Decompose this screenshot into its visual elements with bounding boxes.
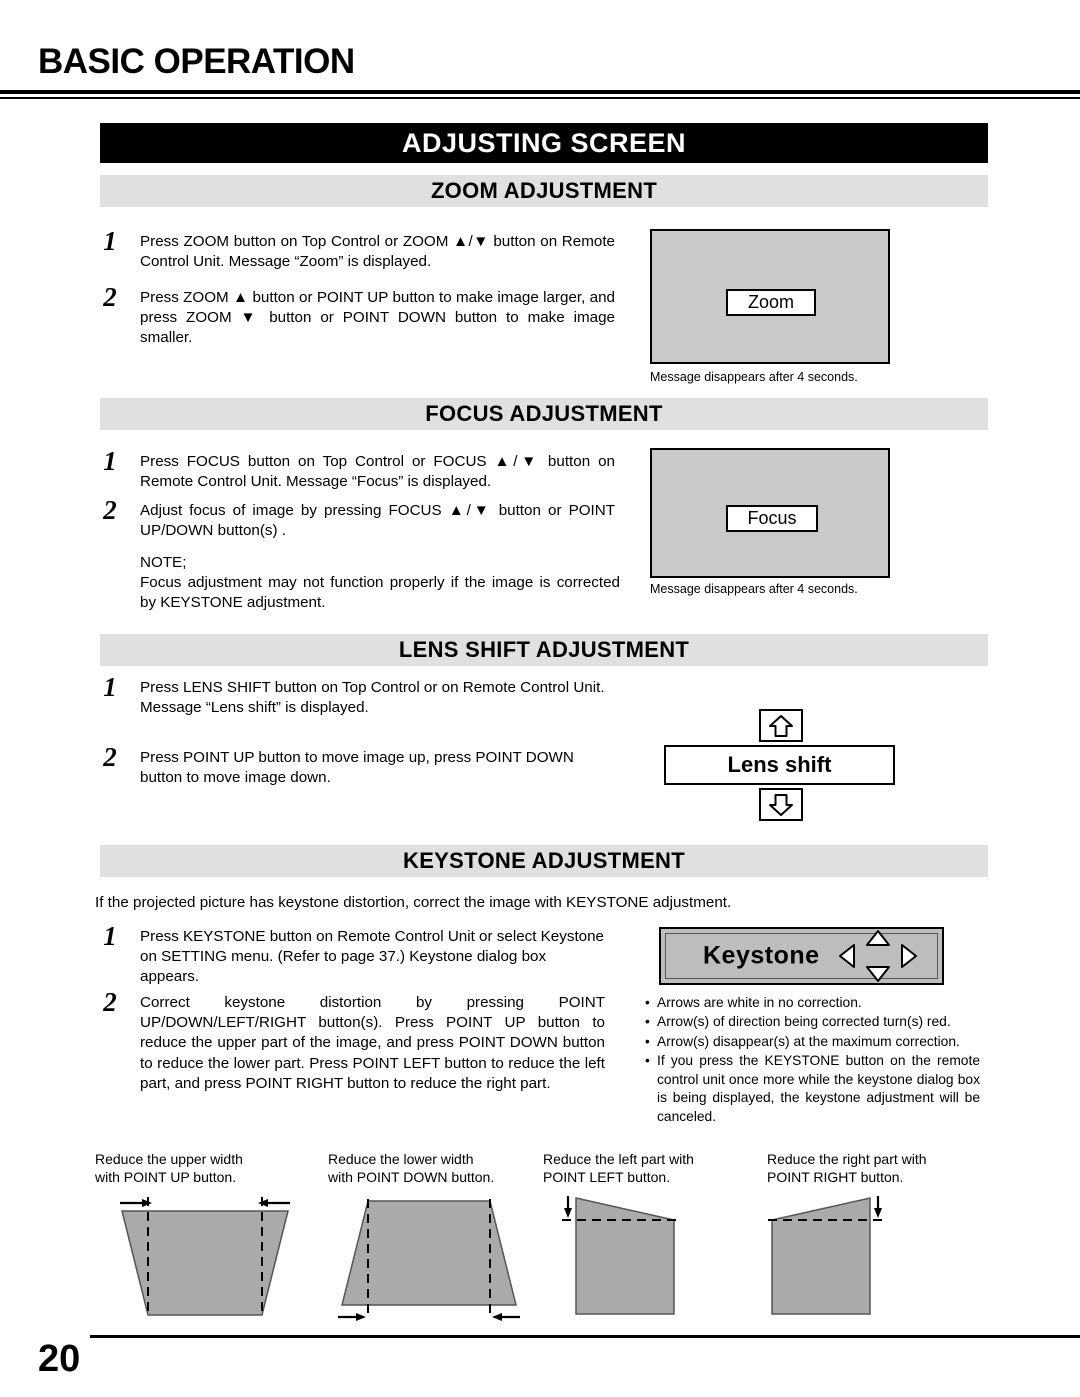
caption-line-1: Reduce the upper width [95, 1151, 243, 1167]
lens-shift-down-button[interactable] [759, 788, 803, 821]
caption-line-1: Reduce the right part with [767, 1151, 927, 1167]
step-lens-2: 2 Press POINT UP button to move image up… [95, 742, 615, 788]
note-text-focus: Focus adjustment may not function proper… [140, 574, 620, 612]
bullet-icon: • [645, 995, 650, 1010]
diagram-caption-lower-width: Reduce the lower width with POINT DOWN b… [328, 1150, 553, 1187]
diagram-caption-upper-width: Reduce the upper width with POINT UP but… [95, 1150, 310, 1187]
step-number: 2 [103, 987, 117, 1017]
lens-shift-up-button[interactable] [759, 709, 803, 742]
step-zoom-2: 2 Press ZOOM ▲ button or POINT UP button… [95, 282, 615, 349]
arrow-down-icon [769, 793, 793, 816]
bullet-icon: • [645, 1033, 650, 1049]
step-text: Press ZOOM ▲ button or POINT UP button t… [140, 289, 615, 347]
step-text: Correct keystone distortion by pressing … [140, 994, 605, 1092]
list-item: • Arrows are white in no correction. [645, 994, 980, 1012]
section-banner: ADJUSTING SCREEN [100, 123, 988, 163]
list-item-text: Arrows are white in no correction. [657, 995, 862, 1010]
step-focus-2: 2 Adjust focus of image by pressing FOCU… [95, 495, 615, 541]
osd-message-lens-shift-box: Lens shift [664, 745, 895, 785]
diagram-reduce-lower-width [338, 1199, 520, 1321]
osd-message-lens-shift: Lens shift [727, 752, 832, 777]
keystone-notes-list: • Arrows are white in no correction. • A… [645, 994, 980, 1127]
step-text: Press LENS SHIFT button on Top Control o… [140, 679, 605, 717]
step-focus-1: 1 Press FOCUS button on Top Control or F… [95, 446, 615, 492]
keystone-intro: If the projected picture has keystone di… [95, 894, 732, 911]
list-item: • Arrow(s) disappear(s) at the maximum c… [645, 1033, 980, 1051]
keystone-arrow-left-icon [839, 944, 855, 968]
step-number: 2 [103, 282, 117, 312]
section-heading-lens-shift: LENS SHIFT ADJUSTMENT [100, 634, 988, 666]
step-keystone-1: 1 Press KEYSTONE button on Remote Contro… [95, 921, 605, 988]
diagram-caption-left-part: Reduce the left part with POINT LEFT but… [543, 1150, 758, 1187]
step-text: Press KEYSTONE button on Remote Control … [140, 928, 604, 986]
list-item: • If you press the KEYSTONE button on th… [645, 1052, 980, 1126]
caption-line-2: with POINT UP button. [95, 1169, 237, 1186]
step-number: 2 [103, 742, 117, 772]
list-item-text: Arrow(s) of direction being corrected tu… [657, 1014, 951, 1030]
step-number: 1 [103, 921, 117, 951]
keystone-dialog-label: Keystone [703, 941, 820, 970]
step-number: 2 [103, 495, 117, 525]
step-lens-1: 1 Press LENS SHIFT button on Top Control… [95, 672, 615, 718]
bullet-icon: • [645, 1014, 650, 1030]
caption-zoom: Message disappears after 4 seconds. [650, 370, 858, 384]
page-title: BASIC OPERATION [38, 42, 355, 81]
diagram-reduce-right-part [768, 1196, 884, 1315]
step-text: Adjust focus of image by pressing FOCUS … [140, 502, 615, 540]
section-heading-keystone: KEYSTONE ADJUSTMENT [100, 845, 988, 877]
caption-line-1: Reduce the left part with [543, 1151, 694, 1167]
page-number: 20 [38, 1338, 81, 1380]
caption-line-1: Reduce the lower width [328, 1151, 474, 1167]
step-text: Press ZOOM button on Top Control or ZOOM… [140, 233, 615, 271]
caption-line-2: POINT LEFT button. [543, 1169, 671, 1186]
arrow-up-icon [769, 714, 793, 737]
osd-screen-focus: Focus [650, 448, 890, 578]
step-number: 1 [103, 446, 117, 476]
keystone-arrow-up-icon [866, 930, 890, 946]
list-item: • Arrow(s) of direction being corrected … [645, 1013, 980, 1031]
osd-message-focus: Focus [726, 505, 818, 532]
header-rule-thick [0, 90, 1080, 94]
section-heading-focus: FOCUS ADJUSTMENT [100, 398, 988, 430]
osd-message-zoom: Zoom [726, 289, 816, 316]
keystone-arrow-right-icon [901, 944, 917, 968]
step-text: Press FOCUS button on Top Control or FOC… [140, 453, 615, 491]
list-item-text: Arrow(s) disappear(s) at the maximum cor… [657, 1033, 960, 1049]
step-text: Press POINT UP button to move image up, … [140, 749, 574, 787]
diagram-reduce-upper-width [120, 1197, 290, 1317]
bullet-icon: • [645, 1053, 650, 1069]
section-heading-zoom: ZOOM ADJUSTMENT [100, 175, 988, 207]
caption-line-2: POINT RIGHT button. [767, 1169, 904, 1186]
osd-screen-zoom: Zoom [650, 229, 890, 364]
diagram-reduce-left-part [562, 1196, 678, 1315]
step-number: 1 [103, 226, 117, 256]
step-number: 1 [103, 672, 117, 702]
list-item-text: If you press the KEYSTONE button on the … [657, 1053, 980, 1124]
step-zoom-1: 1 Press ZOOM button on Top Control or ZO… [95, 226, 615, 272]
step-keystone-2: 2 Correct keystone distortion by pressin… [95, 987, 605, 1094]
caption-focus: Message disappears after 4 seconds. [650, 582, 858, 596]
keystone-arrow-cluster[interactable] [836, 927, 920, 985]
keystone-dialog: Keystone [659, 927, 944, 985]
diagram-caption-right-part: Reduce the right part with POINT RIGHT b… [767, 1150, 987, 1187]
caption-line-2: with POINT DOWN button. [328, 1169, 495, 1186]
footer-rule [90, 1335, 1080, 1338]
keystone-arrow-down-icon [866, 966, 890, 982]
note-label-focus: NOTE; [140, 554, 187, 571]
header-rule-thin [0, 97, 1080, 99]
